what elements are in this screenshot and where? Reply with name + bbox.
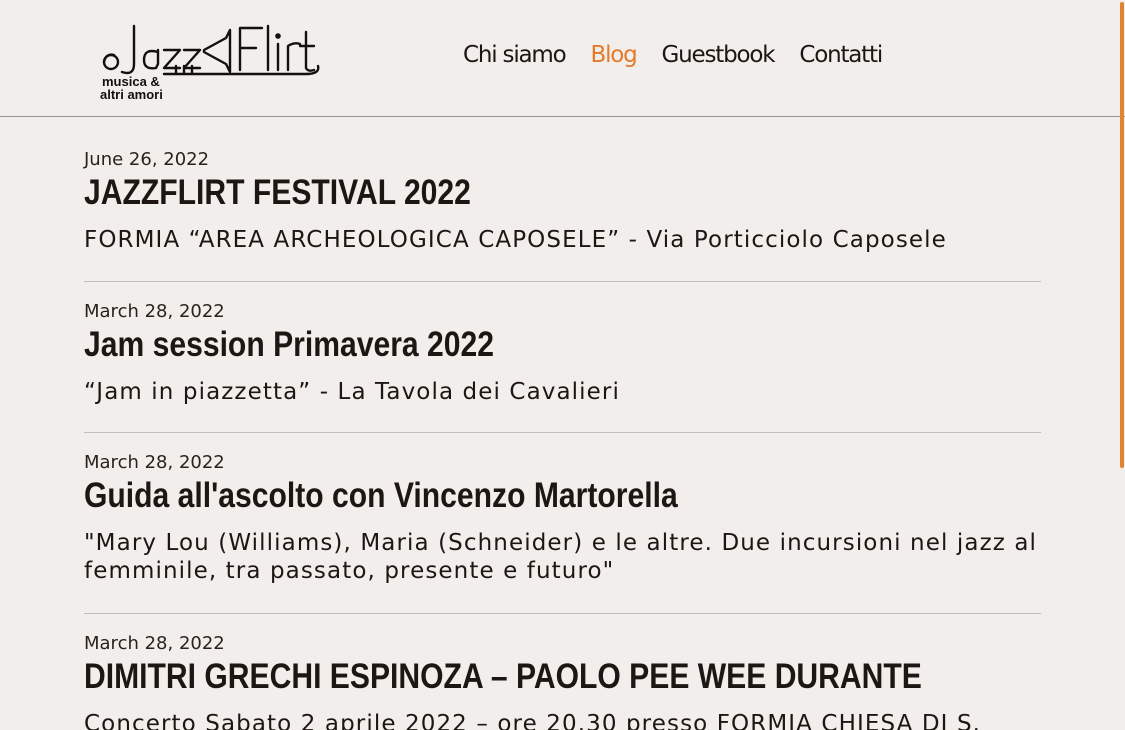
blog-post: March 28, 2022 Jam session Primavera 2022… xyxy=(84,282,1041,433)
post-date: March 28, 2022 xyxy=(84,301,225,322)
post-date: March 28, 2022 xyxy=(84,452,225,473)
main-nav: Chi siamo Blog Guestbook Contatti xyxy=(463,42,883,68)
post-list: June 26, 2022 JAZZFLIRT FESTIVAL 2022 FORM… xyxy=(84,148,1041,730)
logo-tagline-line2: altri amori xyxy=(100,87,163,102)
post-excerpt: FORMIA “AREA ARCHEOLOGICA CAPOSELE” - Vi… xyxy=(84,227,947,253)
site-header: musica & altri amori Chi siamo Blog Guestb… xyxy=(0,0,1125,117)
nav-item-guestbook[interactable]: Guestbook xyxy=(662,42,776,68)
post-date: June 26, 2022 xyxy=(84,149,210,170)
vertical-scrollbar[interactable] xyxy=(1118,0,1125,730)
post-excerpt: Concerto Sabato 2 aprile 2022 – ore 20.3… xyxy=(84,711,982,730)
post-title-link[interactable]: DIMITRI GRECHI ESPINOZA – PAOLO PEE WEE … xyxy=(84,656,922,698)
nav-item-chi-siamo[interactable]: Chi siamo xyxy=(463,42,567,68)
post-title-link[interactable]: Guida all'ascolto con Vincenzo Martorell… xyxy=(84,475,907,517)
blog-post: March 28, 2022 Guida all'ascolto con Vinc… xyxy=(84,433,1041,614)
post-excerpt: "Mary Lou (Williams), Maria (Schneider) … xyxy=(84,530,1038,584)
scrollbar-thumb[interactable] xyxy=(1120,2,1124,468)
nav-item-contatti[interactable]: Contatti xyxy=(799,42,883,68)
blog-post: March 28, 2022 DIMITRI GRECHI ESPINOZA – … xyxy=(84,614,1041,730)
post-excerpt: “Jam in piazzetta” - La Tavola dei Caval… xyxy=(84,379,620,405)
post-title-link[interactable]: JAZZFLIRT FESTIVAL 2022 xyxy=(84,172,907,214)
post-title-link[interactable]: Jam session Primavera 2022 xyxy=(84,324,907,366)
site-logo[interactable]: musica & altri amori xyxy=(100,20,322,102)
post-date: March 28, 2022 xyxy=(84,633,225,654)
blog-post: June 26, 2022 JAZZFLIRT FESTIVAL 2022 FORM… xyxy=(84,148,1041,282)
jazzflirt-logo-icon: musica & altri amori xyxy=(100,24,320,102)
nav-item-blog[interactable]: Blog xyxy=(590,42,637,68)
